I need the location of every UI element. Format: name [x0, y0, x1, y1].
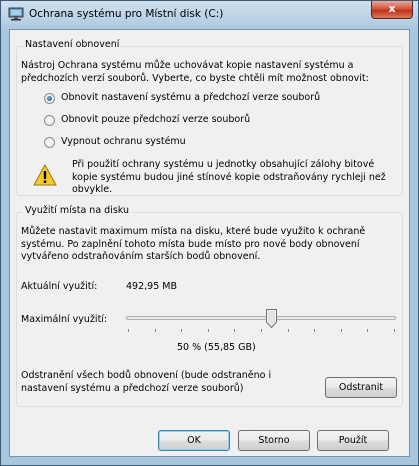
window-title: Ochrana systému pro Místní disk (C:): [29, 8, 224, 20]
radio-restore-files-label[interactable]: Obnovit pouze předchozí verze souborů: [61, 114, 250, 127]
close-button[interactable]: x: [371, 1, 413, 19]
apply-button[interactable]: Použít: [317, 430, 389, 451]
max-usage-label: Maximální využití:: [21, 314, 108, 325]
slider-track[interactable]: [126, 316, 396, 320]
computer-icon: [8, 7, 24, 21]
warning-icon: [33, 164, 57, 186]
radio-restore-files[interactable]: [44, 115, 55, 126]
radio-restore-all[interactable]: [44, 93, 55, 104]
dialog-window: Ochrana systému pro Místní disk (C:) x N…: [0, 0, 419, 466]
warning-text: Při použití ochrany systému u jednotky o…: [72, 159, 386, 195]
slider-tick: [234, 329, 236, 332]
slider-tick: [314, 329, 316, 332]
slider-tick: [340, 329, 342, 332]
radio-turn-off[interactable]: [44, 137, 55, 148]
close-icon: x: [388, 2, 396, 15]
slider-tick: [261, 329, 262, 332]
disk-usage-title: Využití místa na disku: [23, 205, 132, 216]
slider-tick: [287, 329, 289, 332]
disk-usage-description: Můžete nastavit maximum místa na disku, …: [21, 226, 366, 262]
ok-button[interactable]: OK: [158, 430, 230, 451]
slider-tick: [367, 329, 369, 332]
cancel-button[interactable]: Storno: [238, 430, 310, 451]
slider-tick: [181, 329, 183, 332]
delete-button[interactable]: Odstranit: [325, 377, 397, 398]
slider-thumb[interactable]: [265, 309, 277, 328]
slider-readout: 50 % (55,85 GB): [177, 342, 256, 353]
restore-settings-title: Nastavení obnovení: [23, 39, 122, 50]
disk-usage-group: Využití místa na disku Můžete nastavit m…: [16, 205, 403, 407]
restore-description: Nástroj Ochrana systému může uchovávat k…: [21, 60, 369, 84]
delete-description: Odstranění všech bodů obnovení (bude ods…: [21, 370, 272, 394]
current-usage-label: Aktuální využití:: [21, 281, 98, 292]
radio-restore-all-label[interactable]: Obnovit nastavení systému a předchozí ve…: [61, 92, 320, 105]
slider-tick: [128, 329, 129, 332]
slider-tick: [207, 329, 209, 332]
slider-tick: [394, 329, 395, 332]
dialog-content: Nastavení obnovení Nástroj Ochrana systé…: [9, 29, 410, 457]
title-bar[interactable]: Ochrana systému pro Místní disk (C:) x: [1, 1, 418, 29]
max-usage-slider[interactable]: [122, 307, 400, 335]
current-usage-value: 492,95 MB: [126, 281, 177, 292]
radio-turn-off-label[interactable]: Vypnout ochranu systému: [61, 136, 186, 149]
restore-settings-group: Nastavení obnovení Nástroj Ochrana systé…: [16, 39, 403, 196]
slider-tick: [154, 329, 156, 332]
